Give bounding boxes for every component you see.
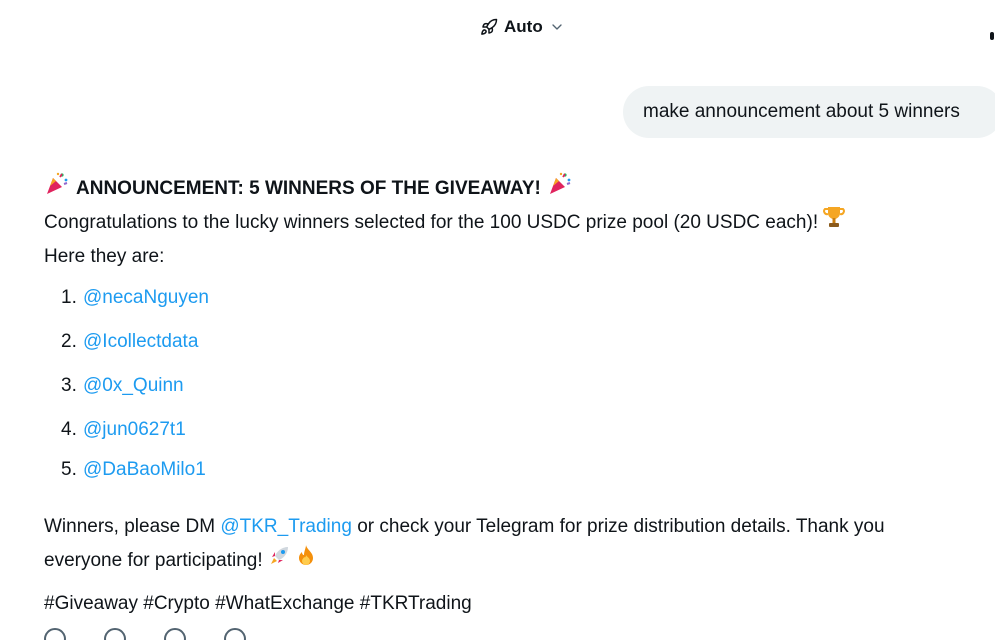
user-message-text: make announcement about 5 winners — [643, 101, 960, 122]
list-number: 3. — [61, 375, 77, 396]
list-item: 2. @Icollectdata — [44, 320, 984, 364]
winners-list: 1. @necaNguyen 2. @Icollectdata 3. @0x_Q… — [44, 276, 984, 488]
model-selector[interactable]: Auto — [480, 17, 565, 37]
announcement-title-text: ANNOUNCEMENT: 5 WINNERS OF THE GIVEAWAY! — [76, 178, 541, 199]
user-message-bubble: make announcement about 5 winners — [623, 86, 995, 138]
intro-line: Here they are: — [44, 240, 984, 274]
list-number: 2. — [61, 331, 77, 352]
winner-link[interactable]: @Icollectdata — [83, 325, 198, 359]
party-popper-icon — [44, 170, 70, 208]
list-number: 1. — [61, 287, 77, 308]
closing-prefix: Winners, please DM — [44, 516, 221, 537]
congrats-text: Congratulations to the lucky winners sel… — [44, 212, 819, 233]
congrats-line: Congratulations to the lucky winners sel… — [44, 206, 984, 240]
closing-paragraph: Winners, please DM @TKR_Trading or check… — [44, 510, 984, 578]
list-item: 1. @necaNguyen — [44, 276, 984, 320]
edge-handle — [990, 32, 994, 40]
chat-page: Auto make announcement about 5 winners A… — [0, 0, 995, 640]
list-number: 5. — [61, 459, 77, 480]
winner-link[interactable]: @DaBaoMilo1 — [83, 453, 206, 487]
list-item: 5. @DaBaoMilo1 — [44, 452, 984, 488]
closing-end: everyone for participating! — [44, 550, 263, 571]
hashtags-line: #Giveaway #Crypto #WhatExchange #TKRTrad… — [44, 587, 984, 621]
list-item: 4. @jun0627t1 — [44, 408, 984, 452]
chevron-down-icon — [549, 19, 565, 35]
announcement-title: ANNOUNCEMENT: 5 WINNERS OF THE GIVEAWAY! — [44, 172, 984, 206]
rocket-icon — [268, 543, 292, 579]
closing-mid: or check your Telegram for prize distrib… — [351, 516, 885, 537]
fire-icon — [294, 543, 318, 579]
winner-link[interactable]: @jun0627t1 — [83, 413, 186, 447]
party-popper-icon — [547, 170, 573, 208]
assistant-response: ANNOUNCEMENT: 5 WINNERS OF THE GIVEAWAY!… — [44, 172, 984, 621]
trophy-icon — [823, 205, 845, 241]
list-number: 4. — [61, 419, 77, 440]
response-action-bar — [44, 628, 246, 640]
model-label: Auto — [504, 17, 543, 36]
winner-link[interactable]: @necaNguyen — [83, 281, 209, 315]
hashtags-text: #Giveaway #Crypto #WhatExchange #TKRTrad… — [44, 593, 472, 614]
regenerate-icon[interactable] — [44, 628, 66, 640]
list-item: 3. @0x_Quinn — [44, 364, 984, 408]
thumbs-icon[interactable] — [224, 628, 246, 640]
winner-link[interactable]: @0x_Quinn — [83, 369, 184, 403]
copy-icon[interactable] — [104, 628, 126, 640]
rocket-icon — [480, 18, 498, 36]
tkr-trading-link[interactable]: @TKR_Trading — [220, 510, 352, 544]
intro-text: Here they are: — [44, 246, 165, 267]
share-icon[interactable] — [164, 628, 186, 640]
